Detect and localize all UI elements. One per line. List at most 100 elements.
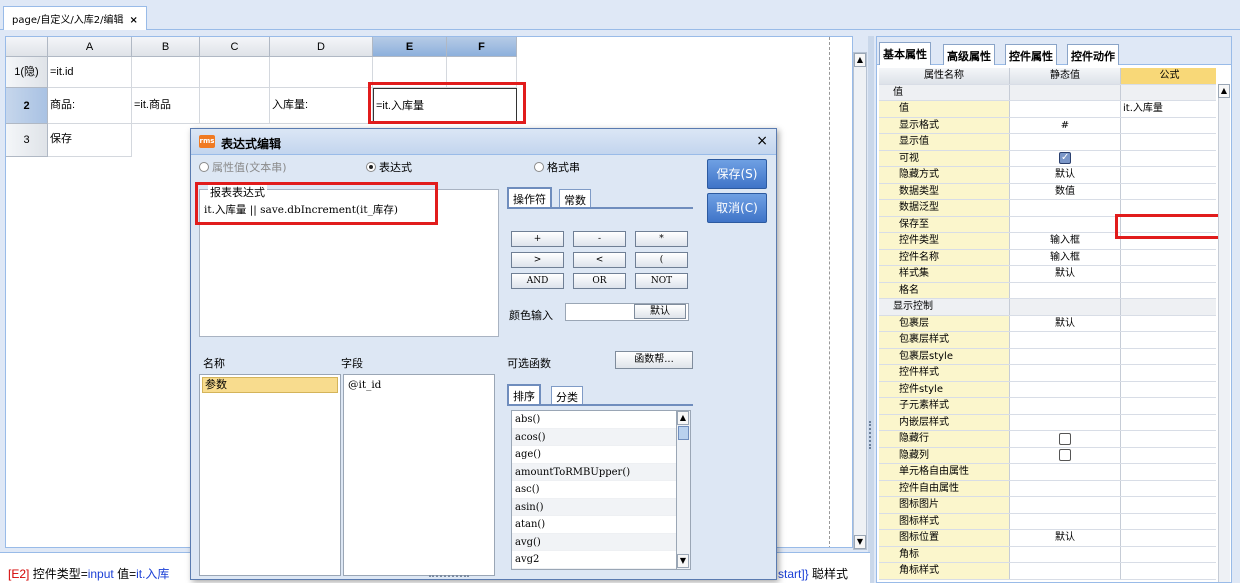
property-row[interactable]: 隐藏行 [879,431,1216,448]
property-row[interactable]: 控件style [879,381,1216,398]
property-row[interactable]: 隐藏列 [879,447,1216,464]
property-static-value[interactable] [1010,365,1121,381]
function-list-item[interactable]: asc() [512,481,676,499]
property-static-value[interactable] [1010,563,1121,579]
property-formula[interactable] [1121,547,1216,563]
document-tab[interactable]: page/自定义/入库2/编辑 × [3,6,147,30]
cell-d2[interactable]: 入库量: [270,88,373,124]
property-row[interactable]: 显示值 [879,134,1216,151]
row-header-3[interactable]: 3 [6,124,48,157]
corner-header[interactable] [6,37,48,57]
function-list[interactable]: ▲ ▼ abs() acos() age() amountToRMBUpper() as… [511,410,691,570]
property-static-value[interactable] [1010,282,1121,298]
name-list-item[interactable]: 参数 [202,377,338,393]
property-formula[interactable] [1121,398,1216,414]
property-row[interactable]: 包裹层style [879,348,1216,365]
cell-c1[interactable] [200,57,270,88]
column-header-c[interactable]: C [200,37,270,57]
property-static-value[interactable]: # [1010,117,1121,133]
radio-property-value[interactable]: 属性值(文本串) [199,159,287,175]
property-static-value[interactable] [1010,348,1121,364]
cell-b1[interactable] [132,57,200,88]
function-scroll-down-icon[interactable]: ▼ [677,554,689,568]
scroll-up-icon[interactable]: ▲ [854,53,866,67]
tab-control-properties[interactable]: 控件属性 [1005,44,1057,65]
column-header-b[interactable]: B [132,37,200,57]
tab-category[interactable]: 分类 [551,386,583,406]
property-row[interactable]: 样式集 默认 [879,266,1216,283]
property-static-value[interactable]: 默认 [1010,530,1121,546]
property-row[interactable]: 格名 [879,282,1216,299]
tab-control-actions[interactable]: 控件动作 [1067,44,1119,65]
cancel-button[interactable]: 取消(C) [707,193,767,223]
panel-splitter[interactable] [868,36,874,583]
property-static-value[interactable]: 数值 [1010,183,1121,199]
cell-a1[interactable]: =it.id [48,57,132,88]
property-static-value[interactable] [1010,497,1121,513]
property-formula[interactable] [1121,497,1216,513]
function-list-item[interactable]: avg2 [512,551,676,569]
property-formula[interactable] [1121,349,1216,365]
column-header-e[interactable]: E [373,37,447,57]
function-list-item[interactable]: avg() [512,533,676,551]
property-row[interactable]: 角标 [879,546,1216,563]
property-static-value[interactable] [1010,447,1121,463]
property-formula[interactable] [1121,464,1216,480]
property-row[interactable]: 包裹层样式 [879,332,1216,349]
function-list-item[interactable]: amountToRMBUpper() [512,463,676,481]
property-static-value[interactable] [1010,299,1121,315]
row-header-2[interactable]: 2 [6,88,48,124]
property-row[interactable]: 子元素样式 [879,398,1216,415]
property-row[interactable]: 图标样式 [879,513,1216,530]
dialog-resize-grip-icon[interactable] [429,575,469,577]
checkbox-unchecked-icon[interactable] [1059,432,1071,445]
property-row[interactable]: 内嵌层样式 [879,414,1216,431]
property-row[interactable]: 控件样式 [879,365,1216,382]
property-formula[interactable] [1121,118,1216,134]
property-formula[interactable] [1121,184,1216,200]
field-list[interactable]: @it_id [343,374,495,576]
property-formula[interactable] [1121,332,1216,348]
color-default-button[interactable]: 默认 [634,304,686,319]
tab-constants[interactable]: 常数 [559,189,591,209]
operator-not-button[interactable]: NOT [635,273,688,289]
function-list-scrollbar[interactable]: ▲ ▼ [676,411,690,569]
property-static-value[interactable]: 默认 [1010,315,1121,331]
property-formula[interactable]: it.入库量 [1121,101,1216,117]
property-static-value[interactable] [1010,332,1121,348]
cell-a2[interactable]: 商品: [48,88,132,124]
cell-c2[interactable] [200,88,270,124]
column-header-a[interactable]: A [48,37,132,57]
property-static-value[interactable] [1010,84,1121,100]
property-static-value[interactable]: 默认 [1010,266,1121,282]
scroll-down-icon[interactable]: ▼ [854,535,866,549]
property-row[interactable]: 角标样式 [879,563,1216,580]
tab-basic-properties[interactable]: 基本属性 [879,42,931,65]
property-static-value[interactable] [1010,546,1121,562]
operator-greater-button[interactable]: > [511,252,564,268]
column-header-d[interactable]: D [270,37,373,57]
property-static-value[interactable] [1010,513,1121,529]
property-static-value[interactable]: 默认 [1010,167,1121,183]
property-row[interactable]: 控件名称 输入框 [879,249,1216,266]
property-formula[interactable] [1121,563,1216,579]
property-vertical-scrollbar[interactable]: ▲ [1218,84,1230,582]
property-group-row[interactable]: −值 [879,84,1216,101]
property-formula[interactable] [1121,316,1216,332]
property-row[interactable]: 单元格自由属性 [879,464,1216,481]
property-formula[interactable] [1121,530,1216,546]
function-list-item[interactable]: abs() [512,411,676,429]
operator-paren-button[interactable]: ( [635,252,688,268]
tab-sort[interactable]: 排序 [507,384,541,404]
operator-or-button[interactable]: OR [573,273,626,289]
operator-and-button[interactable]: AND [511,273,564,289]
property-row[interactable]: 包裹层 默认 [879,315,1216,332]
sheet-vertical-scrollbar[interactable]: ▲ ▼ [853,52,867,550]
close-tab-icon[interactable]: × [129,15,137,26]
cell-b2[interactable]: =it.商品 [132,88,200,124]
cell-a3[interactable]: 保存 [48,124,132,157]
property-formula[interactable] [1121,266,1216,282]
tab-advanced-properties[interactable]: 高级属性 [943,44,995,65]
checkbox-checked-icon[interactable] [1059,150,1071,165]
property-formula[interactable] [1121,514,1216,530]
